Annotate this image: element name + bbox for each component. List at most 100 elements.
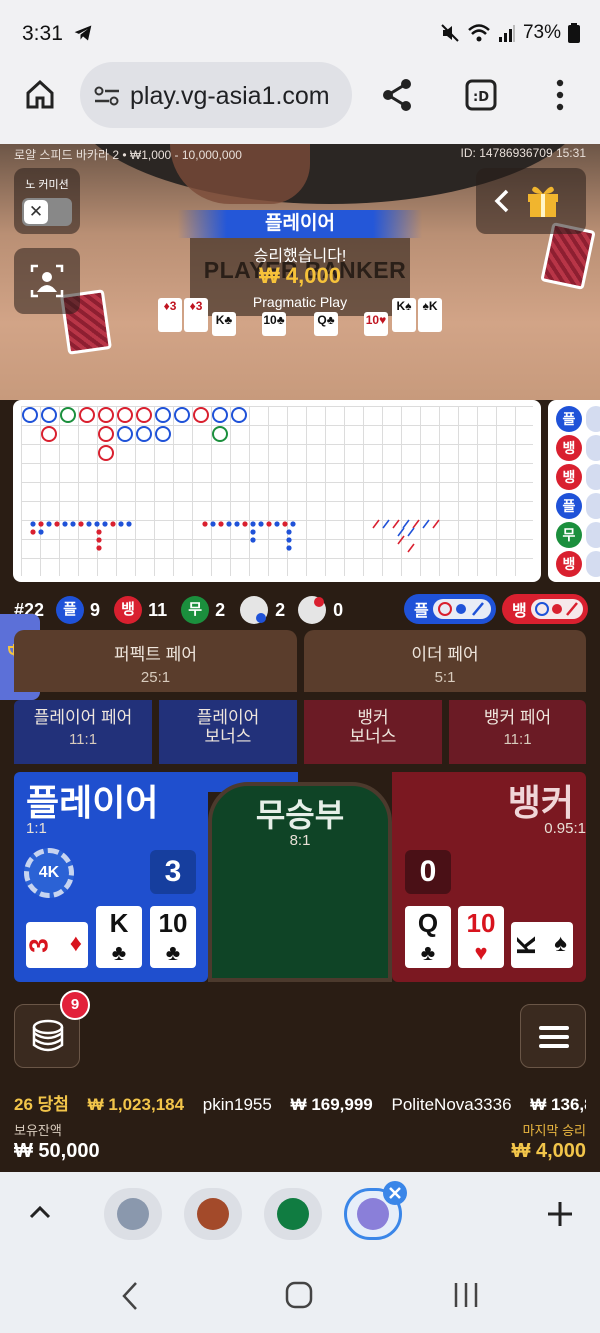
player-pair-bet[interactable]: 플레이어 페어 11:1 <box>14 700 152 764</box>
player-bonus-label-2: 보너스 <box>204 727 252 746</box>
big-road-mark <box>117 407 133 423</box>
tab-switcher-icon[interactable]: :D <box>464 78 498 112</box>
derived-road-mark <box>96 537 102 543</box>
banker-bonus-label-1: 뱅커 <box>357 708 389 727</box>
ticker-name: PoliteNova3336 <box>391 1095 512 1114</box>
back-icon[interactable] <box>120 1280 140 1312</box>
wifi-icon <box>468 24 490 42</box>
toggle-switch[interactable]: ✕ <box>22 198 72 226</box>
playing-card: 10 ♣ <box>150 906 196 968</box>
chevron-up-icon[interactable] <box>28 1204 52 1220</box>
derived-road-mark <box>30 521 36 527</box>
derived-road-mark <box>234 521 240 527</box>
tab-bet365[interactable] <box>264 1188 322 1240</box>
status-time: 3:31 <box>22 22 63 45</box>
mini-card: ♠K <box>418 298 442 332</box>
menu-button[interactable] <box>520 1004 586 1068</box>
derived-road-mark <box>62 521 68 527</box>
history-badge: 플 <box>556 493 582 519</box>
cockroach-road-mark <box>392 519 400 529</box>
ticker-amount: ₩ 1,023,184 <box>87 1095 185 1114</box>
perfect-pair-label: 퍼펙트 페어 <box>114 645 197 664</box>
banker-pair-bet[interactable]: 뱅커 페어 11:1 <box>449 700 586 764</box>
no-commission-toggle[interactable]: 노 커미션 ✕ <box>14 168 80 234</box>
perfect-pair-bet[interactable]: 퍼펙트 페어 25:1 <box>14 630 297 692</box>
derived-road-mark <box>96 529 102 535</box>
chevron-left-icon[interactable] <box>494 188 510 214</box>
share-icon[interactable] <box>380 78 414 112</box>
bet365-icon <box>277 1198 309 1230</box>
signal-icon <box>498 25 515 42</box>
derived-road-mark <box>118 521 124 527</box>
derived-road-mark <box>110 521 116 527</box>
cockroach-road-mark <box>432 519 440 529</box>
derived-road-mark <box>94 521 100 527</box>
ask-banker-button[interactable]: 뱅 <box>502 594 588 624</box>
camera-view-button[interactable] <box>14 248 80 314</box>
site-settings-icon[interactable] <box>94 86 120 106</box>
home-icon[interactable] <box>24 78 56 110</box>
player-pair-icon <box>240 596 269 624</box>
gift-icon[interactable] <box>526 182 560 218</box>
big-road-mark <box>22 407 38 423</box>
either-pair-bet[interactable]: 이더 페어 5:1 <box>304 630 586 692</box>
tab-casino-site[interactable] <box>184 1188 242 1240</box>
player-label: 플레이어 <box>26 782 159 823</box>
derived-road-mark <box>38 529 44 535</box>
battery-percent: 73% <box>522 22 561 43</box>
big-road-mark <box>136 426 152 442</box>
banker-score: 0 <box>405 850 451 894</box>
banker-bonus-bet[interactable]: 뱅커 보너스 <box>304 700 442 764</box>
tie-odds: 8:1 <box>289 832 311 849</box>
scoreboard-roadmap[interactable] <box>13 400 541 582</box>
close-tab-icon[interactable] <box>382 1180 408 1206</box>
url-text[interactable]: play.vg-asia1.com <box>130 82 348 111</box>
derived-road-mark <box>286 537 292 543</box>
cockroach-road-mark <box>382 519 390 529</box>
tab-globe[interactable] <box>104 1188 162 1240</box>
more-menu-icon[interactable] <box>550 78 570 112</box>
new-tab-icon[interactable] <box>546 1200 574 1228</box>
player-bonus-label-1: 플레이어 <box>196 708 260 727</box>
player-pair-odds: 11:1 <box>68 731 98 748</box>
playing-card: K ♣ <box>96 906 142 968</box>
history-next-circle <box>586 522 600 548</box>
derived-road-mark <box>126 521 132 527</box>
tie-stat-badge: 무 <box>181 596 210 624</box>
history-next-circle <box>586 435 600 461</box>
system-nav-bar <box>0 1260 600 1333</box>
recents-icon[interactable] <box>452 1280 480 1310</box>
roadmap-history[interactable]: 플뱅뱅플무뱅 <box>548 400 600 582</box>
derived-road-mark <box>266 521 272 527</box>
promo-panel[interactable] <box>476 168 586 234</box>
home-nav-icon[interactable] <box>284 1280 314 1310</box>
stats-bar: #22 플 9 뱅 11 무 2 2 0 <box>14 594 343 626</box>
cockroach-road-mark <box>372 519 380 529</box>
ask-player-button[interactable]: 플 <box>404 594 496 624</box>
close-icon: ✕ <box>24 200 48 224</box>
history-next-circle <box>586 493 600 519</box>
derived-road-mark <box>46 521 52 527</box>
big-road-mark <box>136 407 152 423</box>
derived-road-mark <box>218 521 224 527</box>
roadmap-marks <box>22 407 440 553</box>
derived-road-mark <box>70 521 76 527</box>
chip-stack-icon <box>32 1019 64 1052</box>
big-road-mark <box>41 407 57 423</box>
player-stat-badge: 플 <box>56 596 85 624</box>
mini-card: 10♥ <box>364 312 388 336</box>
fullscreen-user-icon <box>30 264 64 298</box>
either-pair-odds: 5:1 <box>434 669 456 686</box>
tie-label: 무승부 <box>255 797 345 833</box>
ticker-name: 26 당첨 <box>14 1095 69 1114</box>
derived-road-mark <box>226 521 232 527</box>
derived-road-mark <box>258 521 264 527</box>
derived-road-mark <box>286 529 292 535</box>
derived-road-mark <box>38 521 44 527</box>
big-road-mark <box>41 426 57 442</box>
big-road-mark <box>212 407 228 423</box>
player-bonus-bet[interactable]: 플레이어 보너스 <box>159 700 297 764</box>
player-pair-label: 플레이어 페어 <box>33 708 133 727</box>
history-next-circle <box>586 551 600 577</box>
win-amount: ₩ 4,000 <box>259 263 341 288</box>
